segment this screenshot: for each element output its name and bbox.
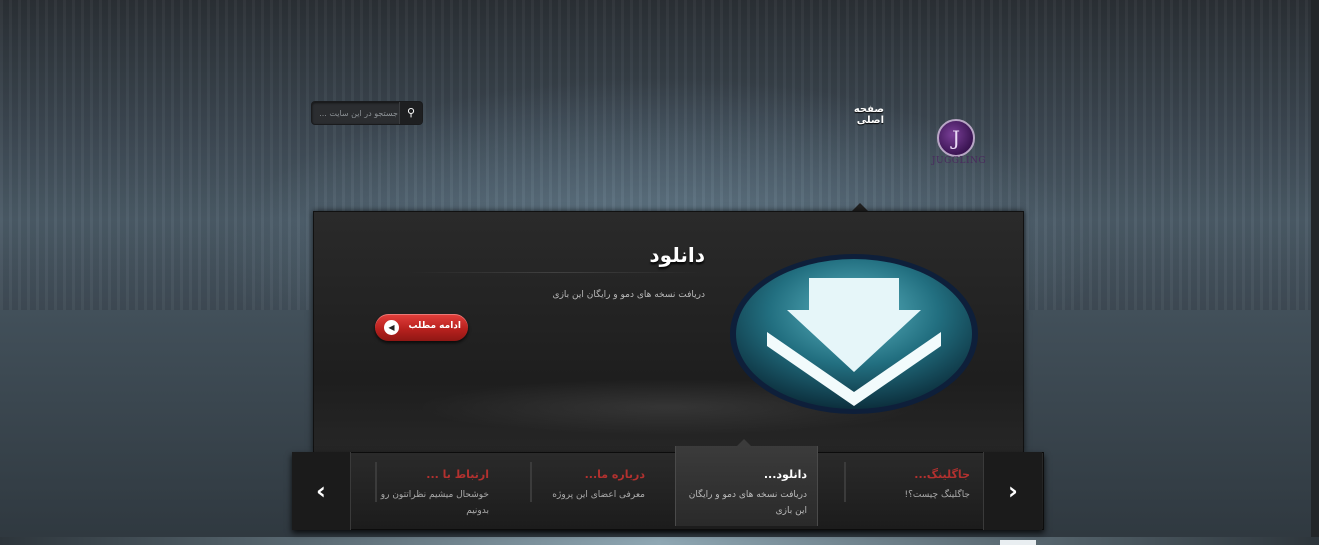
carousel-item-text: جاگلینگ چیست؟! — [904, 490, 970, 500]
slide-divider — [405, 272, 705, 273]
play-icon: ◀ — [384, 320, 399, 335]
carousel-item-juggling[interactable]: جاگلینگ... جاگلینگ چیست؟! — [832, 452, 980, 528]
carousel-item-title: درباره ما... — [584, 468, 645, 481]
active-item-notch — [737, 439, 751, 446]
carousel-item-download[interactable]: دانلود... دریافت نسخه های دمو و رایگان ا… — [675, 439, 818, 526]
footer-glow — [0, 537, 1319, 545]
scrollbar-edge — [1311, 0, 1319, 545]
carousel-item-about[interactable]: درباره ما... معرفی اعضای این پروژه — [520, 452, 665, 528]
carousel-item-title: ارتباط با ... — [426, 468, 489, 481]
carousel-prev-button[interactable]: ‹ — [292, 452, 351, 530]
nav-home-link[interactable]: صفحه اصلی — [828, 104, 884, 126]
carousel-item-text: معرفی اعضای این پروژه — [552, 490, 645, 500]
slide-description: دریافت نسخه های دمو و رایگان این بازی — [552, 290, 705, 300]
download-icon — [730, 254, 978, 414]
site-logo[interactable]: J JUGGLING — [926, 119, 992, 171]
carousel-item-title: جاگلینگ... — [914, 468, 970, 481]
read-more-button[interactable]: ◀ ادامه مطلب — [375, 314, 468, 341]
logo-emblem: J — [937, 119, 975, 157]
logo-text: JUGGLING — [931, 156, 987, 166]
carousel-item-text: دریافت نسخه های دمو و رایگان این بازی — [688, 490, 807, 516]
carousel-item-title: دانلود... — [763, 468, 807, 481]
search-icon: ⚲ — [406, 106, 416, 119]
panel-notch — [852, 203, 868, 211]
search-input[interactable] — [314, 103, 400, 123]
slide-title: دانلود — [649, 243, 705, 267]
read-more-label: ادامه مطلب — [408, 321, 462, 331]
search-button[interactable]: ⚲ — [399, 102, 422, 124]
carousel-item-contact[interactable]: ارتباط با ... خوشحال میشیم نظراتتون رو ب… — [365, 452, 507, 528]
carousel-next-button[interactable]: › — [983, 452, 1042, 530]
carousel-item-text: خوشحال میشیم نظراتتون رو بدونیم — [380, 490, 489, 516]
search-box: ⚲ — [311, 101, 423, 125]
item-divider — [844, 462, 846, 502]
footer-marker — [1000, 540, 1036, 545]
